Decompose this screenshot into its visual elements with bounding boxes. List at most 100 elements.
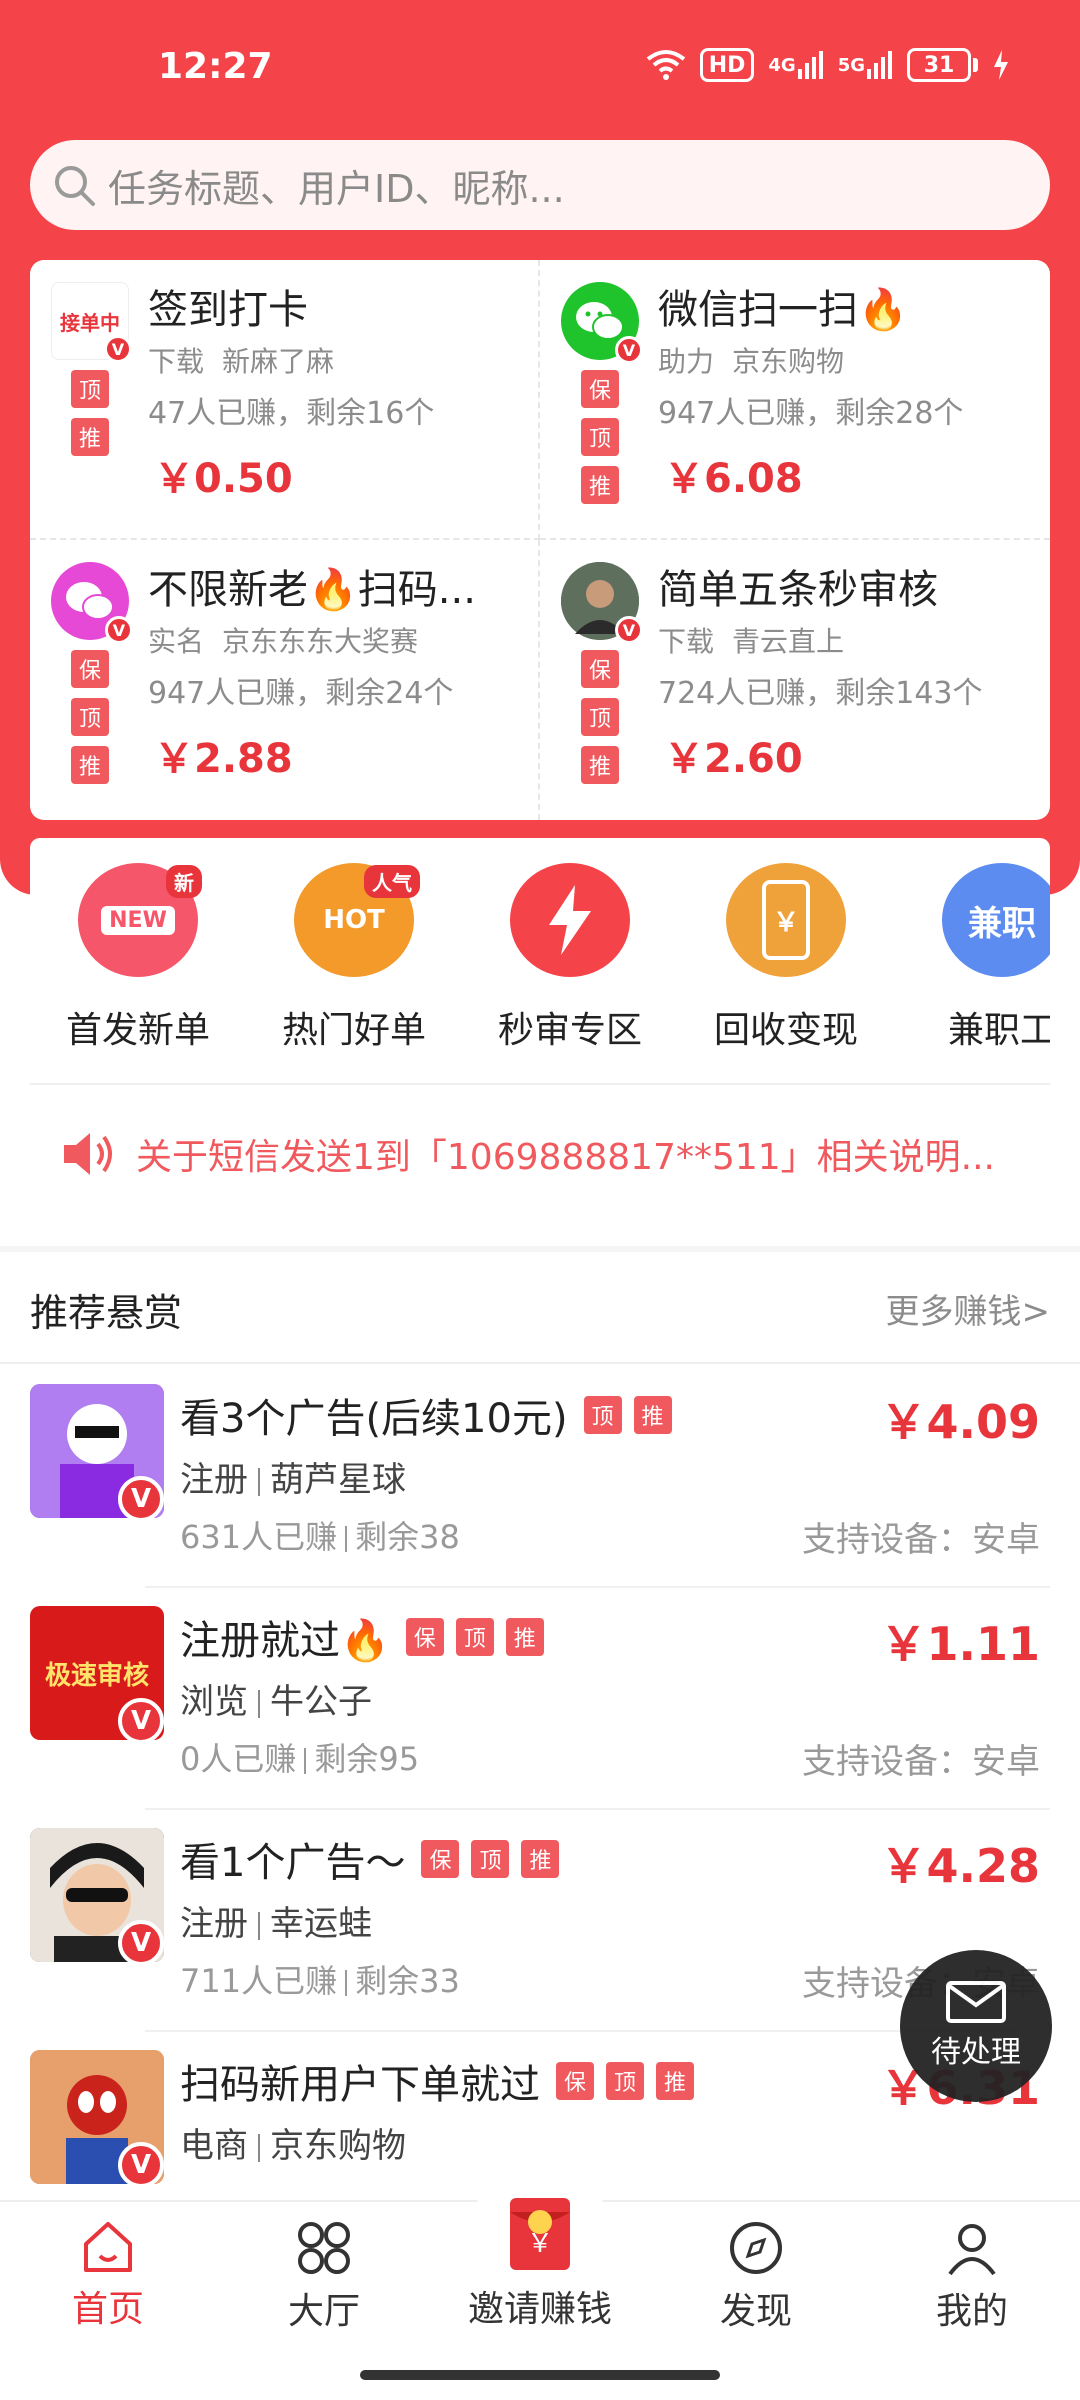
item-user: 牛公子 bbox=[270, 1682, 372, 1722]
tag-guarantee: 保 bbox=[581, 650, 619, 688]
new-badge: 新 bbox=[166, 865, 202, 898]
nav-mine[interactable]: 我的 bbox=[892, 2220, 1052, 2334]
tag-top: 顶 bbox=[471, 1840, 510, 1878]
home-icon bbox=[84, 2222, 132, 2272]
category-label: 秒审专区 bbox=[497, 1010, 642, 1051]
battery-level: 31 bbox=[907, 48, 971, 82]
speaker-icon bbox=[64, 1133, 112, 1175]
list-item[interactable]: 极速审核 V 注册就过🔥 保 顶 推 ￥1.11 浏览 牛公子 0人已赚 剩余95 … bbox=[0, 1588, 1080, 1810]
task-price: ￥2.88 bbox=[154, 736, 293, 782]
featured-task-card[interactable]: V 保 顶 推 微信扫一扫🔥 助力 京东购物 947人已赚，剩余28个 ￥6.08 bbox=[540, 260, 1050, 540]
charging-icon bbox=[994, 50, 1008, 80]
nav-hall[interactable]: 大厅 bbox=[244, 2220, 404, 2334]
notice-bar[interactable]: 关于短信发送1到「1069888817**511」相关说明... bbox=[60, 1128, 1040, 1180]
task-count: 47人已赚，剩余16个 bbox=[148, 396, 435, 431]
verified-icon: V bbox=[105, 616, 133, 644]
status-bar: 12:27 HD 4G 5G 31 bbox=[0, 0, 1080, 135]
item-price: ￥4.28 bbox=[880, 1839, 1041, 1893]
tag-guarantee: 保 bbox=[71, 650, 109, 688]
task-user: 京东东东大奖赛 bbox=[222, 625, 419, 658]
phone-cash-symbol: ￥ bbox=[772, 907, 799, 938]
verified-icon: V bbox=[118, 1476, 164, 1522]
item-remaining: 剩余38 bbox=[355, 1518, 460, 1556]
verified-icon: V bbox=[615, 616, 643, 644]
hot-badge: 人气 bbox=[364, 865, 420, 898]
verified-icon: V bbox=[615, 336, 643, 364]
category-label: 热门好单 bbox=[281, 1010, 426, 1051]
nav-invite[interactable]: ￥ 邀请赚钱 bbox=[460, 2188, 620, 2332]
task-count: 947人已赚，剩余24个 bbox=[148, 676, 454, 711]
nav-label: 首页 bbox=[71, 2289, 144, 2330]
category-part-time[interactable]: 兼职 兼职工 bbox=[894, 863, 1050, 1053]
item-title: 注册就过🔥 bbox=[180, 1618, 390, 1664]
tag-guarantee: 保 bbox=[421, 1840, 460, 1878]
more-earn-link[interactable]: 更多赚钱> bbox=[886, 1284, 1051, 1333]
item-category: 注册 bbox=[180, 1460, 248, 1500]
divider bbox=[30, 1083, 1050, 1085]
status-time: 12:27 bbox=[158, 46, 273, 87]
category-recycle-cash[interactable]: ￥ 回收变现 bbox=[678, 863, 894, 1053]
task-title: 签到打卡 bbox=[148, 287, 308, 333]
notice-text: 关于短信发送1到「1069888817**511」相关说明... bbox=[136, 1137, 995, 1178]
task-type: 助力 bbox=[658, 345, 715, 378]
nav-home[interactable]: 首页 bbox=[28, 2220, 188, 2332]
tag-top: 顶 bbox=[581, 698, 619, 736]
item-title: 看3个广告(后续10元) bbox=[180, 1396, 568, 1442]
grid-icon bbox=[298, 2222, 350, 2274]
category-label: 兼职工 bbox=[947, 1010, 1050, 1051]
nav-discover[interactable]: 发现 bbox=[676, 2220, 836, 2334]
item-device: 支持设备：安卓 bbox=[802, 1520, 1040, 1560]
new-icon-text: NEW bbox=[101, 905, 175, 935]
tag-recommend: 推 bbox=[71, 746, 109, 784]
task-user: 青云直上 bbox=[732, 625, 845, 658]
item-remaining: 剩余33 bbox=[355, 1962, 460, 2000]
verified-icon: V bbox=[118, 1698, 164, 1744]
hot-flame-icon: HOT 人气 bbox=[294, 863, 420, 977]
category-card: NEW 新 首发新单 HOT 人气 热门好单 秒审专区 ￥ 回收变现 兼职 兼职… bbox=[30, 838, 1050, 1243]
item-device: 支持设备：安卓 bbox=[802, 1742, 1040, 1782]
tag-recommend: 推 bbox=[71, 418, 109, 456]
task-avatar: 接单中 V bbox=[51, 282, 132, 363]
tag-top: 顶 bbox=[71, 370, 109, 408]
recommended-header: 推荐悬赏 更多赚钱> bbox=[0, 1252, 1080, 1364]
tag-recommend: 推 bbox=[581, 466, 619, 504]
task-thumbnail: V bbox=[30, 2050, 164, 2188]
item-earned: 711人已赚 bbox=[180, 1962, 338, 2000]
tag-top: 顶 bbox=[583, 1396, 622, 1434]
task-type: 下载 bbox=[658, 625, 715, 658]
tag-recommend: 推 bbox=[633, 1396, 672, 1434]
category-hot-orders[interactable]: HOT 人气 热门好单 bbox=[246, 863, 462, 1053]
search-placeholder: 任务标题、用户ID、昵称... bbox=[108, 166, 565, 211]
featured-task-card[interactable]: 接单中 V 顶 推 签到打卡 下载 新麻了麻 47人已赚，剩余16个 ￥0.50 bbox=[30, 260, 540, 540]
thumb-text: 极速审核 bbox=[44, 1660, 149, 1691]
item-earned: 631人已赚 bbox=[180, 1518, 338, 1556]
task-title: 微信扫一扫🔥 bbox=[658, 287, 908, 333]
item-category: 浏览 bbox=[180, 1682, 248, 1722]
featured-task-grid: 接单中 V 顶 推 签到打卡 下载 新麻了麻 47人已赚，剩余16个 ￥0.50 … bbox=[30, 260, 1050, 820]
wechat-pink-icon: V bbox=[51, 562, 133, 644]
nav-label: 大厅 bbox=[287, 2291, 360, 2332]
tag-recommend: 推 bbox=[505, 1618, 544, 1656]
task-title: 不限新老🔥扫码... bbox=[148, 567, 476, 613]
featured-task-card[interactable]: V 保 顶 推 不限新老🔥扫码... 实名 京东东东大奖赛 947人已赚，剩余24… bbox=[30, 540, 540, 820]
hot-icon-text: HOT bbox=[323, 905, 385, 935]
section-title: 推荐悬赏 bbox=[30, 1291, 183, 1335]
job-icon: 兼职 bbox=[942, 863, 1050, 977]
task-thumbnail: V bbox=[30, 1828, 164, 1966]
tag-recommend: 推 bbox=[581, 746, 619, 784]
verified-icon: V bbox=[118, 2142, 164, 2188]
task-price: ￥2.60 bbox=[664, 736, 803, 782]
search-bar[interactable]: 任务标题、用户ID、昵称... bbox=[30, 140, 1050, 230]
featured-task-card[interactable]: V 保 顶 推 简单五条秒审核 下载 青云直上 724人已赚，剩余143个 ￥2.… bbox=[540, 540, 1050, 820]
tag-recommend: 推 bbox=[521, 1840, 560, 1878]
pending-label: 待处理 bbox=[931, 2035, 1021, 2070]
list-item[interactable]: V 看3个广告(后续10元) 顶 推 ￥4.09 注册 葫芦星球 631人已赚 剩余… bbox=[0, 1366, 1080, 1588]
pending-float-button[interactable]: 待处理 bbox=[900, 1950, 1052, 2102]
signal-5g-icon: 5G bbox=[838, 51, 893, 79]
category-new-orders[interactable]: NEW 新 首发新单 bbox=[30, 863, 246, 1053]
avatar-text: 接单中 bbox=[60, 310, 120, 335]
verified-icon: V bbox=[118, 1920, 164, 1966]
category-fast-review[interactable]: 秒审专区 bbox=[462, 863, 678, 1053]
item-remaining: 剩余95 bbox=[314, 1740, 420, 1778]
tag-recommend: 推 bbox=[656, 2062, 694, 2100]
